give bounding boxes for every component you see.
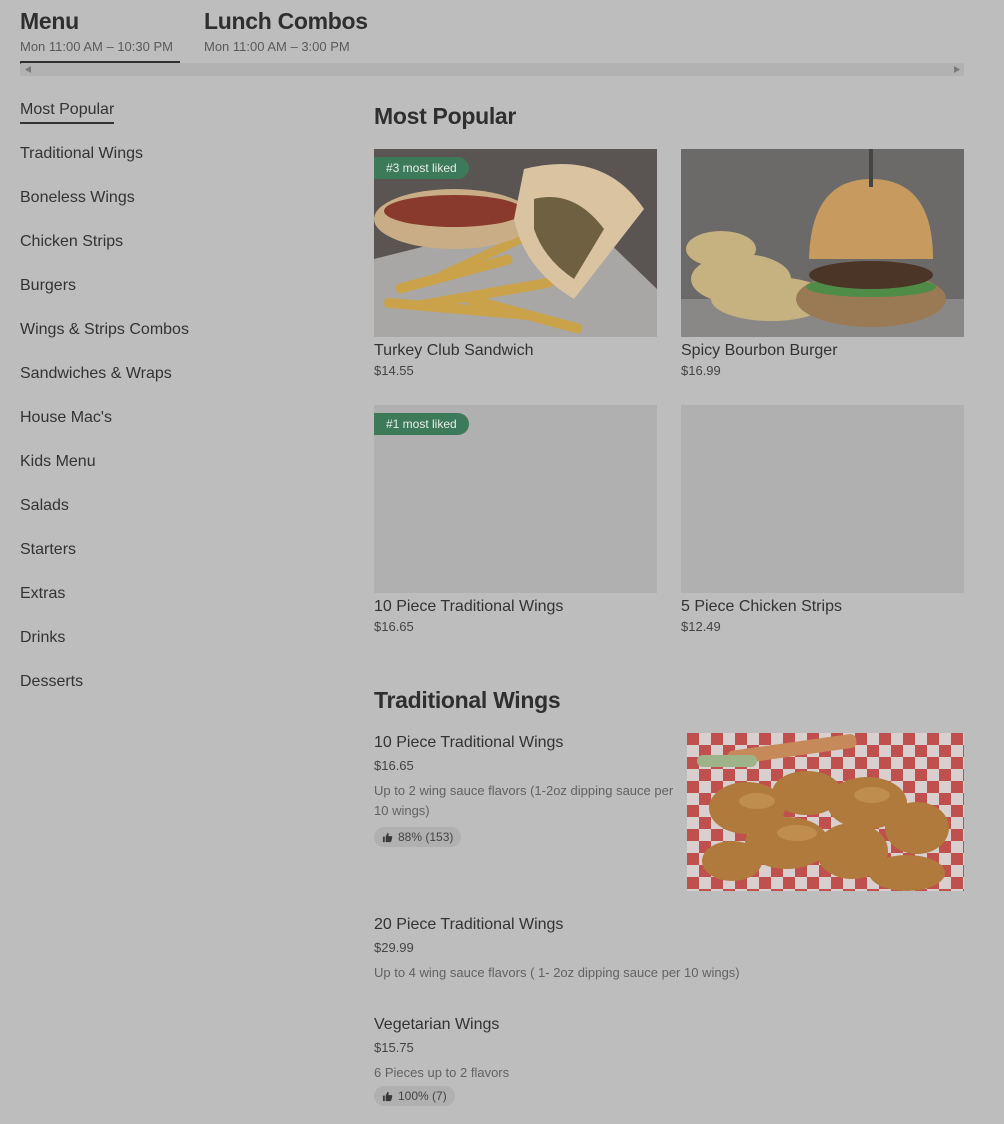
item-name: Spicy Bourbon Burger	[681, 342, 838, 359]
item-description: Up to 2 wing sauce flavors (1-2oz dippin…	[374, 783, 674, 818]
menu-tabs: Menu Mon 11:00 AM – 10:30 PM Lunch Combo…	[20, 6, 368, 65]
sidebar-item-label: Desserts	[20, 673, 84, 690]
food-image-placeholder	[681, 405, 964, 593]
sidebar-item-most-popular[interactable]: Most Popular	[20, 99, 320, 143]
rating-text: 88% (153)	[398, 830, 454, 844]
menu-item[interactable]: 20 Piece Traditional Wings $29.99 Up to …	[374, 915, 964, 1015]
sidebar-item-chicken-strips[interactable]: Chicken Strips	[20, 231, 320, 275]
horizontal-scrollbar[interactable]	[20, 63, 964, 76]
section-title: Traditional Wings	[374, 687, 561, 713]
item-price: $16.65	[374, 619, 414, 634]
item-name: Turkey Club Sandwich	[374, 342, 534, 359]
menu-item[interactable]: 10 Piece Traditional Wings $16.65 Up to …	[374, 733, 964, 915]
item-price: $16.99	[681, 363, 721, 378]
rating-badge: 100% (7)	[374, 1086, 455, 1106]
sidebar-item-label: Sandwiches & Wraps	[20, 365, 172, 382]
item-price: $12.49	[681, 619, 721, 634]
sidebar-item-desserts[interactable]: Desserts	[20, 671, 320, 715]
item-name: 10 Piece Traditional Wings	[374, 598, 564, 615]
section-title: Most Popular	[374, 103, 517, 129]
sidebar-item-label: Wings & Strips Combos	[20, 321, 189, 338]
sidebar-item-starters[interactable]: Starters	[20, 539, 320, 583]
sidebar-item-label: Most Popular	[20, 99, 115, 124]
sidebar-item-label: Extras	[20, 585, 66, 602]
tab-lunch-combos[interactable]: Lunch Combos Mon 11:00 AM – 3:00 PM	[204, 6, 368, 65]
sidebar-item-drinks[interactable]: Drinks	[20, 627, 320, 671]
item-name: 20 Piece Traditional Wings	[374, 916, 564, 933]
rating-text: 100% (7)	[398, 1089, 447, 1103]
popular-card[interactable]: #3 most liked Turkey Club Sandwich $14.5…	[374, 149, 657, 405]
scroll-left-arrow-icon[interactable]	[21, 63, 34, 76]
food-image	[681, 149, 964, 337]
item-price: $16.65	[374, 758, 414, 773]
item-name: 10 Piece Traditional Wings	[374, 734, 564, 751]
traditional-wings-section: Traditional Wings 10 Piece Traditional W…	[374, 684, 964, 1107]
tab-menu-hours: Mon 11:00 AM – 10:30 PM	[20, 39, 173, 54]
popular-grid: #3 most liked Turkey Club Sandwich $14.5…	[374, 149, 964, 661]
sidebar-item-label: Burgers	[20, 277, 77, 294]
sidebar-item-label: Traditional Wings	[20, 145, 144, 162]
item-price: $14.55	[374, 363, 414, 378]
sidebar-item-label: House Mac's	[20, 409, 112, 426]
sidebar-item-label: Drinks	[20, 629, 66, 646]
most-liked-badge: #1 most liked	[374, 413, 469, 435]
item-name: 5 Piece Chicken Strips	[681, 598, 842, 615]
food-image: #3 most liked	[374, 149, 657, 337]
most-liked-badge: #3 most liked	[374, 157, 469, 179]
sidebar-item-salads[interactable]: Salads	[20, 495, 320, 539]
scroll-right-arrow-icon[interactable]	[950, 63, 963, 76]
sidebar-item-label: Starters	[20, 541, 77, 558]
tab-lunch-combos-title: Lunch Combos	[204, 8, 368, 34]
item-price: $29.99	[374, 940, 414, 955]
popular-card[interactable]: #1 most liked 10 Piece Traditional Wings…	[374, 405, 657, 661]
food-image-placeholder: #1 most liked	[374, 405, 657, 593]
sidebar-item-extras[interactable]: Extras	[20, 583, 320, 627]
sidebar-item-kids-menu[interactable]: Kids Menu	[20, 451, 320, 495]
item-description: Up to 4 wing sauce flavors ( 1- 2oz dipp…	[374, 965, 740, 980]
sidebar-item-label: Boneless Wings	[20, 189, 135, 206]
sidebar-item-boneless-wings[interactable]: Boneless Wings	[20, 187, 320, 231]
most-popular-section: Most Popular #3 most liked Turkey Club S…	[374, 100, 964, 661]
sidebar-item-traditional-wings[interactable]: Traditional Wings	[20, 143, 320, 187]
food-image	[687, 733, 964, 891]
popular-card[interactable]: 5 Piece Chicken Strips $12.49	[681, 405, 964, 661]
tab-lunch-combos-hours: Mon 11:00 AM – 3:00 PM	[204, 39, 350, 54]
sidebar-item-label: Salads	[20, 497, 69, 514]
sidebar-item-house-macs[interactable]: House Mac's	[20, 407, 320, 451]
tab-menu[interactable]: Menu Mon 11:00 AM – 10:30 PM	[20, 6, 180, 65]
sidebar-item-label: Kids Menu	[20, 453, 96, 470]
sidebar-item-burgers[interactable]: Burgers	[20, 275, 320, 319]
rating-badge: 88% (153)	[374, 827, 462, 847]
thumbs-up-icon	[382, 1091, 393, 1101]
sidebar-item-sandwiches-wraps[interactable]: Sandwiches & Wraps	[20, 363, 320, 407]
item-name: Vegetarian Wings	[374, 1016, 500, 1033]
menu-item[interactable]: Vegetarian Wings $15.75 6 Pieces up to 2…	[374, 1015, 964, 1107]
item-description: 6 Pieces up to 2 flavors	[374, 1065, 510, 1080]
sidebar-item-label: Chicken Strips	[20, 233, 124, 250]
sidebar-item-wings-strips-combos[interactable]: Wings & Strips Combos	[20, 319, 320, 363]
tab-menu-title: Menu	[20, 8, 79, 34]
thumbs-up-icon	[382, 832, 393, 842]
category-sidebar: Most Popular Traditional Wings Boneless …	[20, 99, 320, 715]
item-price: $15.75	[374, 1040, 414, 1055]
popular-card[interactable]: Spicy Bourbon Burger $16.99	[681, 149, 964, 405]
